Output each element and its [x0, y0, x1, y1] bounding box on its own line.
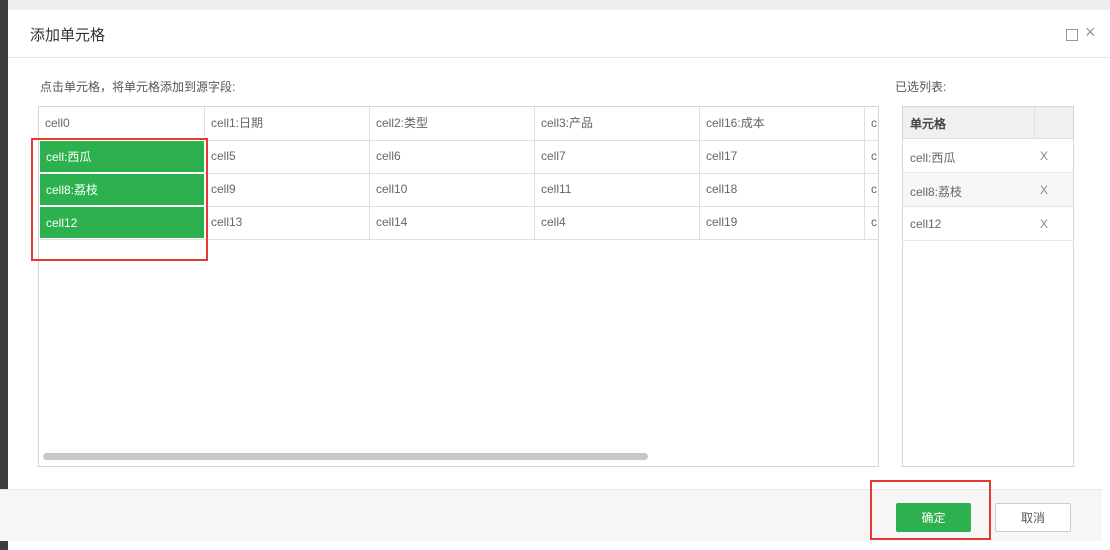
- list-item-name: cell8:荔枝: [910, 185, 963, 199]
- highlight-box-ok-button: [870, 480, 991, 540]
- header-divider: [1034, 107, 1035, 138]
- maximize-icon[interactable]: [1066, 29, 1078, 41]
- cancel-button[interactable]: 取消: [995, 503, 1071, 532]
- instruction-text: 点击单元格，将单元格添加到源字段:: [40, 80, 236, 94]
- grid-cell[interactable]: cell7: [535, 140, 700, 173]
- list-item-name: cell:西瓜: [910, 151, 956, 165]
- grid-cell[interactable]: c: [865, 173, 878, 206]
- list-item: cell8:荔枝 X: [903, 173, 1073, 207]
- grid-cell[interactable]: cell19: [700, 206, 865, 239]
- dialog-title: 添加单元格: [30, 27, 106, 44]
- grid-cell[interactable]: cell3:产品: [535, 107, 700, 140]
- grid-cell[interactable]: cell6: [370, 140, 535, 173]
- remove-item-button[interactable]: X: [1040, 217, 1048, 231]
- remove-item-button[interactable]: X: [1040, 149, 1048, 163]
- list-item: cell:西瓜 X: [903, 139, 1073, 173]
- grid-cell[interactable]: cell11: [535, 173, 700, 206]
- selected-list-label: 已选列表:: [895, 80, 947, 94]
- selected-list: 单元格 cell:西瓜 Xcell8:荔枝 Xcell12 X: [902, 106, 1074, 467]
- grid-cell[interactable]: cell17: [700, 140, 865, 173]
- grid-cell[interactable]: cell9: [205, 173, 370, 206]
- grid-cell[interactable]: cell1:日期: [205, 107, 370, 140]
- grid-cell[interactable]: cell5: [205, 140, 370, 173]
- horizontal-scrollbar[interactable]: [43, 453, 648, 460]
- close-icon[interactable]: ×: [1085, 22, 1096, 42]
- grid-cell[interactable]: c: [865, 140, 878, 173]
- selected-list-header-label: 单元格: [910, 117, 947, 131]
- remove-item-button[interactable]: X: [1040, 183, 1048, 197]
- grid-cell[interactable]: cell0: [39, 107, 205, 140]
- selected-list-header: 单元格: [903, 107, 1073, 139]
- grid-cell[interactable]: cell14: [370, 206, 535, 239]
- grid-cell[interactable]: cell4: [535, 206, 700, 239]
- background-window-edge: [0, 0, 8, 550]
- grid-cell[interactable]: cell16:成本: [700, 107, 865, 140]
- grid-cell[interactable]: cell18: [700, 173, 865, 206]
- grid-cell[interactable]: cell2:类型: [370, 107, 535, 140]
- dialog-header: 添加单元格 ×: [8, 10, 1110, 58]
- highlight-box-selected-cells: [31, 138, 208, 261]
- grid-cell[interactable]: c: [865, 206, 878, 239]
- background-window-top: [8, 0, 1110, 10]
- grid-cell[interactable]: cell10: [370, 173, 535, 206]
- grid-cell[interactable]: cell13: [205, 206, 370, 239]
- list-item: cell12 X: [903, 207, 1073, 241]
- grid-row: cell0 cell1:日期 cell2:类型 cell3:产品 cell16:成本 c: [39, 107, 878, 141]
- grid-cell[interactable]: c: [865, 107, 878, 140]
- list-item-name: cell12: [910, 217, 942, 231]
